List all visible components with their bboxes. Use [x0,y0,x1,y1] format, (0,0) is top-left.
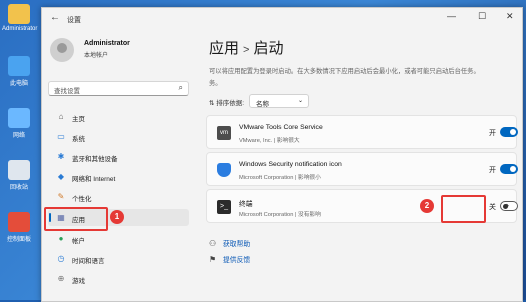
app-name: Windows Security notification icon [239,161,342,168]
toggle-state-label: 开 [489,130,496,137]
sidebar-item-network[interactable]: ◆ 网络和 Internet [48,168,189,185]
close-button[interactable]: ✕ [506,11,514,22]
app-name: 终端 [239,201,253,208]
account-icon: ● [58,234,64,243]
page-description-continued: 务。 [209,80,222,87]
sort-label: ⇅ 排序依据: [209,100,245,107]
give-feedback-link[interactable]: ⚑ 提供反馈 [209,254,250,264]
settings-window: ← 设置 — ☐ ✕ Administrator 本地帐户 查找设置 ⌕ ⌂ 主… [41,7,523,302]
feedback-icon: ⚑ [209,255,217,264]
recycle-bin-icon [8,160,30,180]
vmware-icon: vm [217,126,231,140]
back-arrow-icon[interactable]: ← [50,12,60,23]
step-badge-1: 1 [110,210,124,224]
page-title: 启动 [253,40,284,57]
avatar [50,38,74,62]
help-icon: ⚇ [209,239,217,248]
step-badge-2: 2 [420,199,434,213]
highlight-box-toggle [441,195,486,223]
breadcrumb: 应用 > 启动 [209,37,283,58]
page-description: 可以将应用配置为登录时启动。在大多数情况下应用启动后会最小化，或者可能只启动后台… [209,68,480,75]
chevron-right-icon[interactable]: › [506,200,509,210]
user-account-type: 本地帐户 [84,53,109,59]
folder-icon [8,4,30,24]
clock-icon: ◷ [57,254,65,263]
startup-app-row: vm VMware Tools Core Service VMware, Inc… [206,115,518,149]
search-input[interactable]: 查找设置 ⌕ [48,81,189,96]
highlight-box-apps [44,207,108,231]
maximize-button[interactable]: ☐ [478,11,486,22]
search-icon: ⌕ [178,83,183,92]
control-panel-icon [8,212,30,232]
monitor-icon [8,56,30,76]
desktop-icon-control-panel[interactable]: 控制面板 [2,212,36,243]
chevron-down-icon: ⌄ [297,98,303,104]
startup-toggle[interactable] [500,201,518,211]
bluetooth-icon: ✱ [57,152,65,161]
game-icon: ⊕ [57,274,65,283]
sidebar-item-gaming[interactable]: ⊕ 游戏 [48,270,189,287]
brush-icon: ✎ [57,192,65,201]
title-bar: ← 设置 — ☐ ✕ [42,8,522,30]
breadcrumb-parent[interactable]: 应用 [209,40,239,57]
desktop-icon-network[interactable]: 网络 [2,108,36,139]
desktop-icon-this-pc[interactable]: 此电脑 [2,56,36,87]
system-icon: ▭ [57,132,65,141]
toggle-state-label: 开 [489,167,496,174]
sidebar-item-personalization[interactable]: ✎ 个性化 [48,188,189,205]
sort-dropdown[interactable]: 名称 ⌄ [249,94,309,108]
window-title: 设置 [67,17,81,24]
startup-toggle[interactable] [500,127,518,137]
breadcrumb-separator: > [243,44,250,56]
app-publisher-impact: VMware, Inc. | 影响很大 [239,138,300,144]
home-icon: ⌂ [58,112,64,121]
windows-security-shield-icon [217,163,231,177]
network-icon: ◆ [57,172,65,181]
sidebar-item-bluetooth[interactable]: ✱ 蓝牙和其他设备 [48,148,189,165]
sidebar-item-home[interactable]: ⌂ 主页 [48,108,189,125]
user-name: Administrator [84,40,130,47]
terminal-icon: >_ [217,200,231,214]
sidebar-item-time-language[interactable]: ◷ 时间和语言 [48,250,189,267]
startup-toggle[interactable] [500,164,518,174]
sidebar-item-accounts[interactable]: ● 帐户 [48,230,189,247]
network-monitor-icon [8,108,30,128]
startup-app-row: Windows Security notification icon Micro… [206,152,518,186]
minimize-button[interactable]: — [447,11,456,21]
desktop-icon-recycle-bin[interactable]: 回收站 [2,160,36,191]
toggle-state-label: 关 [489,204,496,211]
app-publisher-impact: Microsoft Corporation | 影响很小 [239,175,321,181]
app-name: VMware Tools Core Service [239,124,323,131]
sidebar-item-system[interactable]: ▭ 系统 [48,128,189,145]
get-help-link[interactable]: ⚇ 获取帮助 [209,238,250,248]
sort-icon: ⇅ [209,100,215,107]
desktop-icon-user-folder[interactable]: Administrator [2,4,37,32]
app-publisher-impact: Microsoft Corporation | 没有影响 [239,212,321,218]
